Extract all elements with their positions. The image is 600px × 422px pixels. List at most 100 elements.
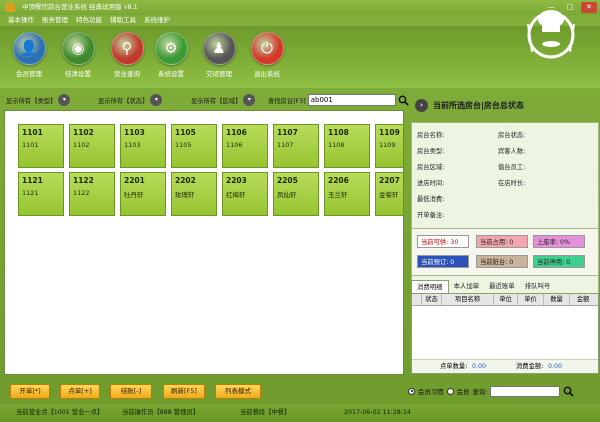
room-search-input[interactable]: [307, 94, 396, 106]
room-status-summary: 当前可供: 30 当前占用: 0 上座率: 0% 当前预订: 0 当前脏台: 0 当前停用…: [411, 228, 599, 276]
info-label: 房台区域:: [417, 164, 445, 171]
toolbar-button[interactable]: ⏻ 退出系统: [244, 32, 290, 78]
gear-icon: ⚙: [154, 32, 188, 65]
room-number: 1122: [73, 176, 94, 185]
column-header: [412, 294, 422, 305]
room-name: 1102: [73, 141, 90, 149]
member-radio[interactable]: [446, 387, 454, 395]
room-name: 凤仙轩: [277, 191, 297, 199]
menu-features[interactable]: 特色功能: [76, 15, 102, 26]
room-tile[interactable]: 1106 1106: [222, 124, 268, 168]
points-label: 点单数量:: [440, 363, 468, 370]
room-name: 红梅轩: [226, 191, 246, 199]
room-tile[interactable]: 2203 红梅轩: [222, 172, 268, 216]
menu-accounts[interactable]: 账务管理: [42, 15, 68, 26]
room-tile[interactable]: 2207 金菊轩: [375, 172, 403, 216]
checkout-button[interactable]: 结账[-]: [110, 384, 152, 399]
chevron-right-icon[interactable]: ›: [415, 98, 428, 112]
room-tile[interactable]: 1102 1102: [69, 124, 115, 168]
status-operator: 当前操作员【888 管理员】: [122, 409, 199, 416]
refresh-button[interactable]: 刷新[F5]: [163, 384, 205, 399]
room-tile[interactable]: 1101 1101: [18, 124, 64, 168]
room-tile[interactable]: 1105 1105: [171, 124, 217, 168]
detail-tabs: 消费明细 本人加单 最近账单 排队叫号: [411, 280, 599, 293]
chevron-down-icon[interactable]: ▾: [243, 94, 256, 106]
member-habit-radio[interactable]: [408, 387, 415, 395]
order-totals: 点单数量: 0.00 消费金额: 0.00: [412, 359, 598, 373]
status-chip: 当前预订: 0: [417, 255, 469, 268]
member-habit-label: 会员习惯: [418, 387, 444, 396]
action-bar: 开单[*] 点单[+] 结账[-] 刷新[F5] 列表模式: [0, 380, 404, 402]
open-order-button[interactable]: 开单[*]: [10, 384, 50, 399]
tab-queue[interactable]: 排队叫号: [520, 280, 556, 293]
room-tile[interactable]: 1109 1109: [375, 124, 403, 168]
type-filter[interactable]: 显示所有【类型】 ▾: [6, 94, 71, 106]
room-tile[interactable]: 1121 1121: [18, 172, 64, 216]
toolbar-button[interactable]: ◉ 结清设置: [55, 32, 101, 78]
toolbar-button[interactable]: 👤 会员管理: [6, 32, 52, 78]
room-tile[interactable]: 1107 1107: [273, 124, 319, 168]
amount-label: 消费金额:: [516, 363, 544, 370]
room-number: 1106: [226, 128, 247, 137]
tab-consumption[interactable]: 消费明细: [411, 280, 449, 293]
column-header[interactable]: 单位: [494, 294, 518, 305]
toolbar-button-label: 交班管理: [206, 70, 232, 78]
room-tile[interactable]: 2202 玫瑰轩: [171, 172, 217, 216]
area-filter[interactable]: 显示所有【区域】 ▾: [191, 94, 256, 106]
room-name: 1107: [277, 141, 294, 149]
chevron-down-icon[interactable]: ▾: [58, 94, 71, 106]
room-number: 1109: [379, 128, 400, 137]
room-name: 1105: [175, 141, 192, 149]
room-name: 1109: [379, 141, 396, 149]
room-tile[interactable]: 2201 牡丹轩: [120, 172, 166, 216]
user-icon: 👤: [12, 32, 46, 65]
app-icon: [5, 3, 15, 12]
room-tile[interactable]: 1108 1108: [324, 124, 370, 168]
panel-title-text: 当前所选房台|房台总状态: [433, 100, 524, 110]
room-number: 1107: [277, 128, 298, 137]
tab-my-additions[interactable]: 本人加单: [449, 280, 485, 293]
room-tile[interactable]: 1122 1122: [69, 172, 115, 216]
room-tile[interactable]: 1103 1103: [120, 124, 166, 168]
room-number: 2205: [277, 176, 298, 185]
info-label: 最低消费:: [417, 196, 445, 203]
status-chip: 当前停用: 0: [533, 255, 585, 268]
column-header[interactable]: 项目名称: [442, 294, 494, 305]
room-number: 1105: [175, 128, 196, 137]
list-mode-button[interactable]: 列表模式: [215, 384, 261, 399]
toolbar-button-label: 系统设置: [158, 70, 184, 78]
menu-maintenance[interactable]: 系统维护: [144, 15, 170, 26]
room-search: 查找房台[F3]: [268, 94, 409, 106]
column-header[interactable]: 状态: [422, 294, 442, 305]
tab-recent-bills[interactable]: 最近账单: [484, 280, 520, 293]
member-query-input[interactable]: [490, 385, 561, 397]
toolbar-button[interactable]: ♟ 交班管理: [196, 32, 242, 78]
type-filter-label: 显示所有【类型】: [6, 97, 57, 105]
toolbar-button[interactable]: ⚲ 营业查询: [104, 32, 150, 78]
staff-icon: ♟: [202, 32, 236, 65]
column-header[interactable]: 数量: [544, 294, 570, 305]
column-header[interactable]: 单价: [518, 294, 544, 305]
room-tile[interactable]: 2206 玉兰轩: [324, 172, 370, 216]
column-header[interactable]: 金额: [570, 294, 596, 305]
menu-tools[interactable]: 辅助工具: [110, 15, 136, 26]
member-label: 会员: [456, 387, 470, 396]
info-label: 进店时间:: [417, 180, 445, 187]
status-datetime: 2017-06-02 11:28:14: [344, 409, 411, 416]
status-bar: 当前营业点【1001 营业一点】 当前操作员【888 管理员】 当前餐段【中餐】…: [0, 404, 600, 422]
room-name: 1101: [22, 141, 39, 149]
room-name: 牡丹轩: [124, 191, 144, 199]
add-dish-button[interactable]: 点单[+]: [60, 384, 100, 399]
amount-value: 0.00: [548, 363, 563, 370]
room-number: 1102: [73, 128, 94, 137]
status-filter[interactable]: 显示所有【状态】 ▾: [98, 94, 163, 106]
room-name: 1108: [328, 141, 345, 149]
search-icon[interactable]: [563, 386, 574, 397]
info-label: 房台类型:: [417, 148, 445, 155]
toolbar-button[interactable]: ⚙ 系统设置: [148, 32, 194, 78]
chevron-down-icon[interactable]: ▾: [150, 94, 163, 106]
filter-bar: 显示所有【类型】 ▾ 显示所有【状态】 ▾ 显示所有【区域】 ▾ 查找房台[F3…: [0, 90, 409, 110]
menu-basic-ops[interactable]: 基本操作: [8, 15, 34, 26]
room-tile[interactable]: 2205 凤仙轩: [273, 172, 319, 216]
status-filter-label: 显示所有【状态】: [98, 97, 149, 105]
